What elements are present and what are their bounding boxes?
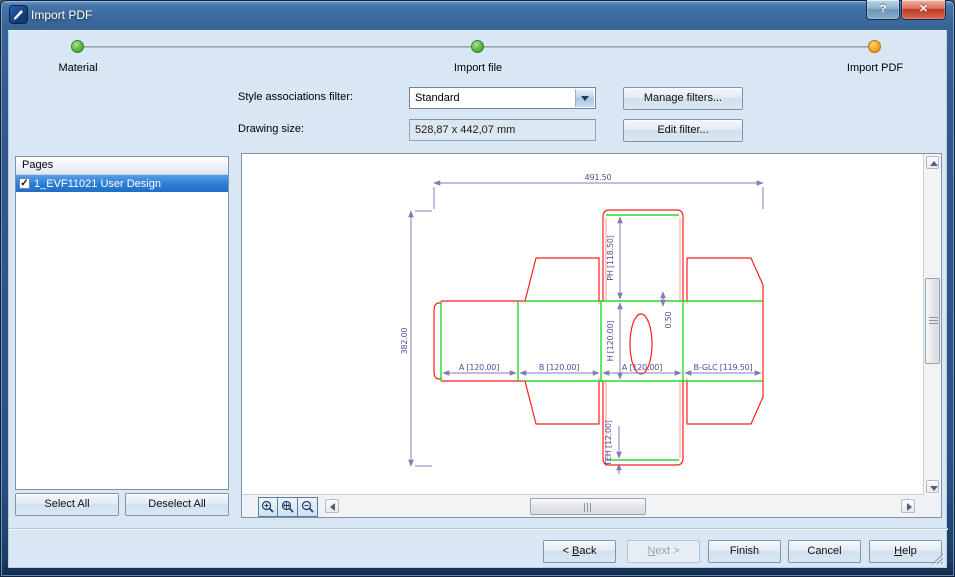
close-icon: ✕	[919, 3, 928, 15]
edit-filter-button[interactable]: Edit filter...	[623, 119, 743, 142]
scroll-grip-icon	[929, 317, 938, 324]
help-icon: ?	[880, 3, 887, 15]
scroll-right-button[interactable]	[901, 499, 915, 513]
style-filter-label: Style associations filter:	[238, 91, 353, 103]
dieline-drawing: 491.50 382.00 PH [118.50] H [120.00] 0.5…	[242, 154, 924, 495]
preview-bottom-bar	[242, 494, 924, 517]
pages-header: Pages	[16, 157, 228, 175]
style-filter-select[interactable]: Standard	[409, 87, 596, 109]
scroll-up-button[interactable]	[926, 156, 939, 169]
zoom-fit-button[interactable]	[278, 497, 298, 517]
dim-bglc: B-GLC [119.50]	[694, 363, 753, 372]
dimension-labels: 491.50 382.00 PH [118.50] H [120.00] 0.5…	[400, 173, 753, 467]
zoom-in-icon	[261, 500, 275, 514]
zoom-in-button[interactable]	[258, 497, 278, 517]
page-checkbox[interactable]: ✓	[19, 178, 30, 189]
dust-flaps-right	[687, 258, 763, 424]
drawing-size-label: Drawing size:	[238, 123, 304, 135]
wizard-step-label-import-file: Import file	[454, 62, 502, 74]
scroll-down-icon	[930, 486, 938, 491]
dust-flap-bottom-left	[525, 381, 599, 424]
vertical-scroll-thumb[interactable]	[925, 278, 940, 364]
preview-frame: 491.50 382.00 PH [118.50] H [120.00] 0.5…	[241, 153, 942, 518]
finish-button[interactable]: Finish	[708, 540, 781, 563]
zoom-toolbar	[258, 497, 318, 517]
scroll-left-icon	[330, 503, 335, 511]
combo-dropdown-button[interactable]	[575, 89, 594, 107]
drawing-size-field: 528,87 x 442,07 mm	[409, 119, 596, 141]
titlebar[interactable]: Import PDF ? ✕	[0, 0, 955, 30]
dim-h: H [120.00]	[606, 321, 615, 362]
wizard-step-dot-import-file	[471, 40, 484, 53]
dim-a1: A [120.00]	[459, 363, 499, 372]
dialog-body: Material Import file Import PDF Style as…	[8, 30, 947, 568]
zoom-out-icon	[301, 500, 315, 514]
scroll-left-button[interactable]	[325, 499, 339, 513]
wizard-step-dot-import-pdf	[868, 40, 881, 53]
dim-ph: PH [118.50]	[606, 235, 615, 280]
dim-total-height: 382.00	[400, 327, 409, 354]
dim-teh: TEH [12.00]	[604, 420, 613, 467]
dim-a2: A [120.00]	[622, 363, 662, 372]
wizard-step-label-material: Material	[58, 62, 97, 74]
wizard-step-dot-material	[71, 40, 84, 53]
back-button[interactable]: < Back	[543, 540, 616, 563]
drawing-canvas: 491.50 382.00 PH [118.50] H [120.00] 0.5…	[242, 154, 924, 495]
next-button: Next >	[627, 540, 700, 563]
dust-flap-top-left	[525, 258, 599, 301]
top-tuck-flap	[603, 210, 683, 301]
page-label: 1_EVF11021 User Design	[34, 178, 161, 190]
dimension-lines	[411, 183, 763, 474]
horizontal-scroll-thumb[interactable]	[530, 498, 646, 515]
scroll-grip-icon	[584, 503, 591, 512]
app-logo-icon	[9, 5, 28, 24]
preview-vertical-scrollbar[interactable]	[924, 154, 941, 495]
chevron-down-icon	[581, 96, 589, 101]
scroll-down-button[interactable]	[926, 480, 939, 493]
window-close-button[interactable]: ✕	[901, 0, 946, 20]
resize-grip[interactable]	[930, 551, 944, 565]
deselect-all-button[interactable]: Deselect All	[125, 493, 229, 516]
dim-b1: B [120.00]	[539, 363, 579, 372]
cut-lines	[434, 210, 763, 465]
crease-lines	[441, 215, 763, 460]
zoom-fit-icon	[281, 500, 295, 514]
back-label: <	[563, 545, 572, 557]
list-item[interactable]: ✓ 1_EVF11021 User Design	[16, 175, 228, 192]
checkmark-icon: ✓	[20, 178, 28, 189]
preview-horizontal-scrollbar[interactable]	[324, 497, 916, 516]
import-pdf-dialog: Import PDF ? ✕ Material Import file Impo…	[0, 0, 955, 577]
zoom-out-button[interactable]	[298, 497, 318, 517]
dim-offset: 0.50	[664, 311, 673, 328]
pages-panel: Pages ✓ 1_EVF11021 User Design	[15, 156, 229, 490]
window-title: Import PDF	[31, 8, 92, 22]
wizard-step-label-import-pdf: Import PDF	[847, 62, 903, 74]
dim-total-width: 491.50	[585, 173, 612, 182]
drawing-size-value: 528,87 x 442,07 mm	[415, 124, 515, 136]
style-filter-value: Standard	[415, 92, 460, 104]
manage-filters-button[interactable]: Manage filters...	[623, 87, 743, 110]
scroll-up-icon	[930, 161, 938, 166]
footer-divider	[9, 528, 948, 530]
window-help-button[interactable]: ?	[866, 0, 900, 20]
scroll-right-icon	[907, 503, 912, 511]
glue-flap-outline	[434, 303, 441, 379]
select-all-button[interactable]: Select All	[15, 493, 119, 516]
cancel-button[interactable]: Cancel	[788, 540, 861, 563]
bottom-tuck-flap	[603, 381, 683, 465]
